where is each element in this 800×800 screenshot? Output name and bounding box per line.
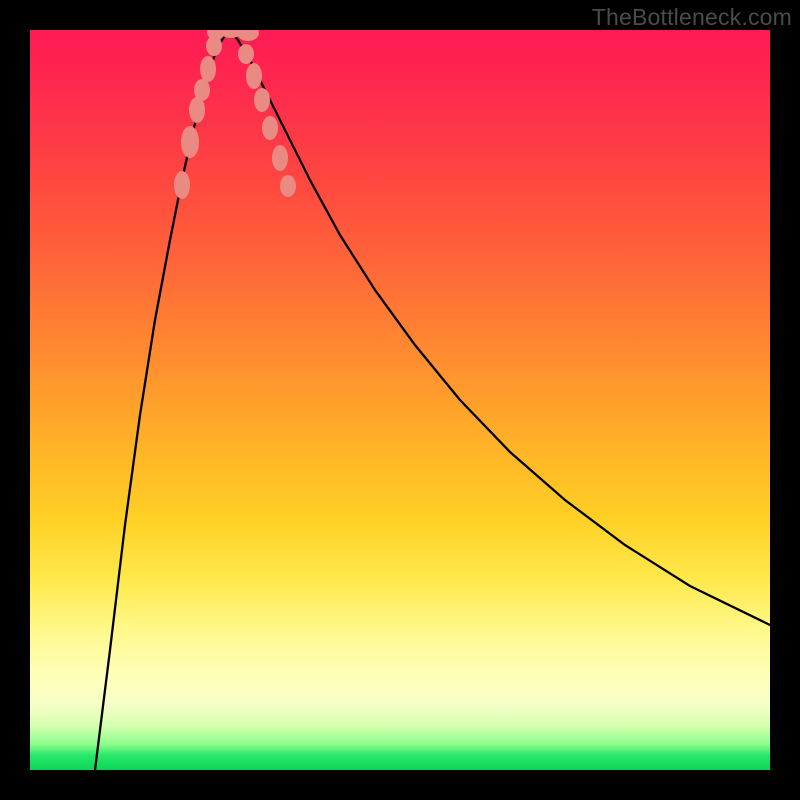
data-dot <box>238 44 254 64</box>
data-dot <box>194 79 210 101</box>
watermark-text: TheBottleneck.com <box>592 4 792 31</box>
data-dot <box>272 145 288 171</box>
data-dot <box>254 88 270 112</box>
curve-left <box>95 30 230 770</box>
data-dot <box>174 171 190 199</box>
curve-right <box>230 30 770 625</box>
data-dot <box>280 175 296 197</box>
data-dot <box>237 30 259 41</box>
plot-area <box>30 30 770 770</box>
data-dot <box>246 63 262 89</box>
data-dot <box>200 56 216 82</box>
chart-frame: TheBottleneck.com <box>0 0 800 800</box>
chart-svg <box>30 30 770 770</box>
data-dot <box>262 116 278 140</box>
data-dot <box>181 126 199 158</box>
